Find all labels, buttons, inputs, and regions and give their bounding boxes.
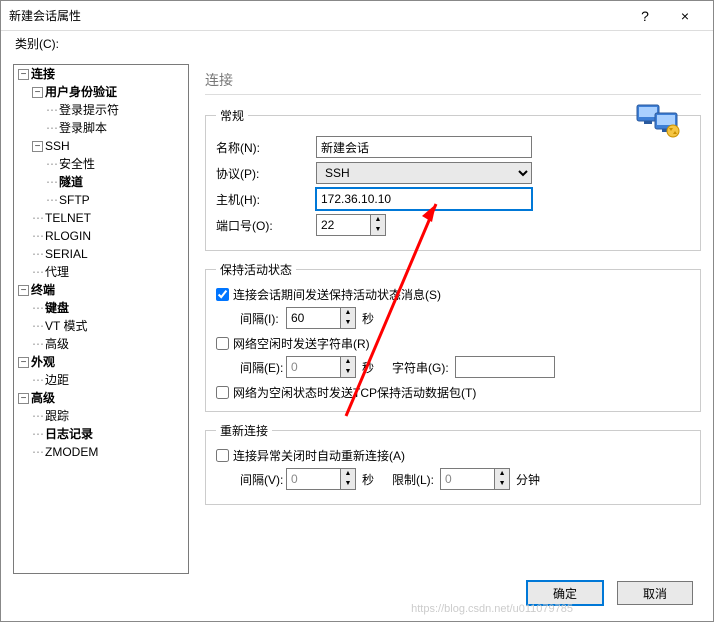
category-tree[interactable]: −连接 −用户身份验证 ⋯登录提示符 ⋯登录脚本 −SSH ⋯安全性 ⋯隧道 [13, 64, 189, 574]
tree-keyboard[interactable]: ⋯键盘 [32, 299, 188, 317]
port-label: 端口号(O): [216, 217, 316, 234]
tree-advanced2[interactable]: −高级 [18, 389, 188, 407]
general-group: 常规 名称(N): 协议(P): SSH 主机(H): 端口号(O): ▲▼ [205, 107, 701, 251]
string-input [455, 356, 555, 378]
tree-trace[interactable]: ⋯跟踪 [32, 407, 188, 425]
unit-sec: 秒 [362, 310, 374, 327]
host-label: 主机(H): [216, 191, 316, 208]
spin-up-icon: ▲ [495, 469, 509, 479]
unit-sec: 秒 [362, 359, 374, 376]
tree-auth[interactable]: −用户身份验证 [32, 83, 188, 101]
port-spinner[interactable]: ▲▼ [316, 214, 386, 236]
tree-vtmode[interactable]: ⋯VT 模式 [32, 317, 188, 335]
tree-telnet[interactable]: ⋯TELNET [32, 209, 188, 227]
tree-margin[interactable]: ⋯边距 [32, 371, 188, 389]
rc-interval-input [286, 468, 340, 490]
close-button[interactable]: × [665, 8, 705, 24]
interval2-input [286, 356, 340, 378]
tree-login-prompt[interactable]: ⋯登录提示符 [46, 101, 188, 119]
tree-serial[interactable]: ⋯SERIAL [32, 245, 188, 263]
idle-string-checkbox[interactable]: 网络空闲时发送字符串(R) [216, 335, 690, 352]
spin-up-icon: ▲ [341, 469, 355, 479]
interval1-spinner[interactable]: ▲▼ [286, 307, 356, 329]
string-label: 字符串(G): [392, 359, 449, 376]
collapse-icon[interactable]: − [18, 357, 29, 368]
rc-limit-spinner: ▲▼ [440, 468, 510, 490]
protocol-label: 协议(P): [216, 165, 316, 182]
spin-down-icon: ▼ [341, 479, 355, 489]
rc-interval-spinner: ▲▼ [286, 468, 356, 490]
tree-sftp[interactable]: ⋯SFTP [46, 191, 188, 209]
limit-label: 限制(L): [392, 471, 434, 488]
tree-connection[interactable]: −连接 [18, 65, 188, 83]
tree-login-script[interactable]: ⋯登录脚本 [46, 119, 188, 137]
rc-limit-input [440, 468, 494, 490]
tree-tunnel[interactable]: ⋯隧道 [46, 173, 188, 191]
interval2-label: 间隔(E): [216, 359, 286, 376]
tree-proxy[interactable]: ⋯代理 [32, 263, 188, 281]
title-bar: 新建会话属性 ? × [1, 1, 713, 31]
tree-security[interactable]: ⋯安全性 [46, 155, 188, 173]
host-input[interactable] [316, 188, 532, 210]
window-title: 新建会话属性 [9, 7, 625, 24]
unit-min: 分钟 [516, 471, 540, 488]
port-input[interactable] [316, 214, 370, 236]
name-input[interactable] [316, 136, 532, 158]
reconnect-legend: 重新连接 [216, 422, 272, 439]
collapse-icon[interactable]: − [18, 69, 29, 80]
panel-title: 连接 [205, 64, 701, 95]
interval2-spinner: ▲▼ [286, 356, 356, 378]
cancel-button[interactable]: 取消 [617, 581, 693, 605]
keepalive-legend: 保持活动状态 [216, 261, 296, 278]
help-button[interactable]: ? [625, 8, 665, 24]
tree-advanced1[interactable]: ⋯高级 [32, 335, 188, 353]
tree-appearance[interactable]: −外观 [18, 353, 188, 371]
collapse-icon[interactable]: − [18, 285, 29, 296]
spin-up-icon: ▲ [341, 357, 355, 367]
collapse-icon[interactable]: − [32, 141, 43, 152]
category-label: 类别(C): [1, 31, 713, 56]
interval1-input[interactable] [286, 307, 340, 329]
tree-zmodem[interactable]: ⋯ZMODEM [32, 443, 188, 461]
reconnect-group: 重新连接 连接异常关闭时自动重新连接(A) 间隔(V): ▲▼ 秒 限制(L):… [205, 422, 701, 505]
ok-button[interactable]: 确定 [527, 581, 603, 605]
collapse-icon[interactable]: − [32, 87, 43, 98]
tree-terminal[interactable]: −终端 [18, 281, 188, 299]
keepalive-send-checkbox[interactable]: 连接会话期间发送保持活动状态消息(S) [216, 286, 690, 303]
computers-icon [635, 101, 683, 141]
spin-down-icon: ▼ [341, 367, 355, 377]
rc-interval-label: 间隔(V): [216, 471, 286, 488]
spin-up-icon[interactable]: ▲ [371, 215, 385, 225]
keepalive-group: 保持活动状态 连接会话期间发送保持活动状态消息(S) 间隔(I): ▲▼ 秒 网… [205, 261, 701, 412]
tree-log[interactable]: ⋯日志记录 [32, 425, 188, 443]
spin-up-icon[interactable]: ▲ [341, 308, 355, 318]
tree-ssh[interactable]: −SSH [32, 137, 188, 155]
tcp-keepalive-checkbox[interactable]: 网络为空闲状态时发送TCP保持活动数据包(T) [216, 384, 690, 401]
spin-down-icon[interactable]: ▼ [371, 225, 385, 235]
right-panel: 连接 常规 名称(N): 协议(P): SSH 主机(H): [189, 64, 701, 574]
collapse-icon[interactable]: − [18, 393, 29, 404]
spin-down-icon[interactable]: ▼ [341, 318, 355, 328]
interval1-label: 间隔(I): [216, 310, 286, 327]
general-legend: 常规 [216, 107, 248, 124]
protocol-select[interactable]: SSH [316, 162, 532, 184]
auto-reconnect-checkbox[interactable]: 连接异常关闭时自动重新连接(A) [216, 447, 690, 464]
tree-rlogin[interactable]: ⋯RLOGIN [32, 227, 188, 245]
name-label: 名称(N): [216, 139, 316, 156]
spin-down-icon: ▼ [495, 479, 509, 489]
unit-sec: 秒 [362, 471, 374, 488]
